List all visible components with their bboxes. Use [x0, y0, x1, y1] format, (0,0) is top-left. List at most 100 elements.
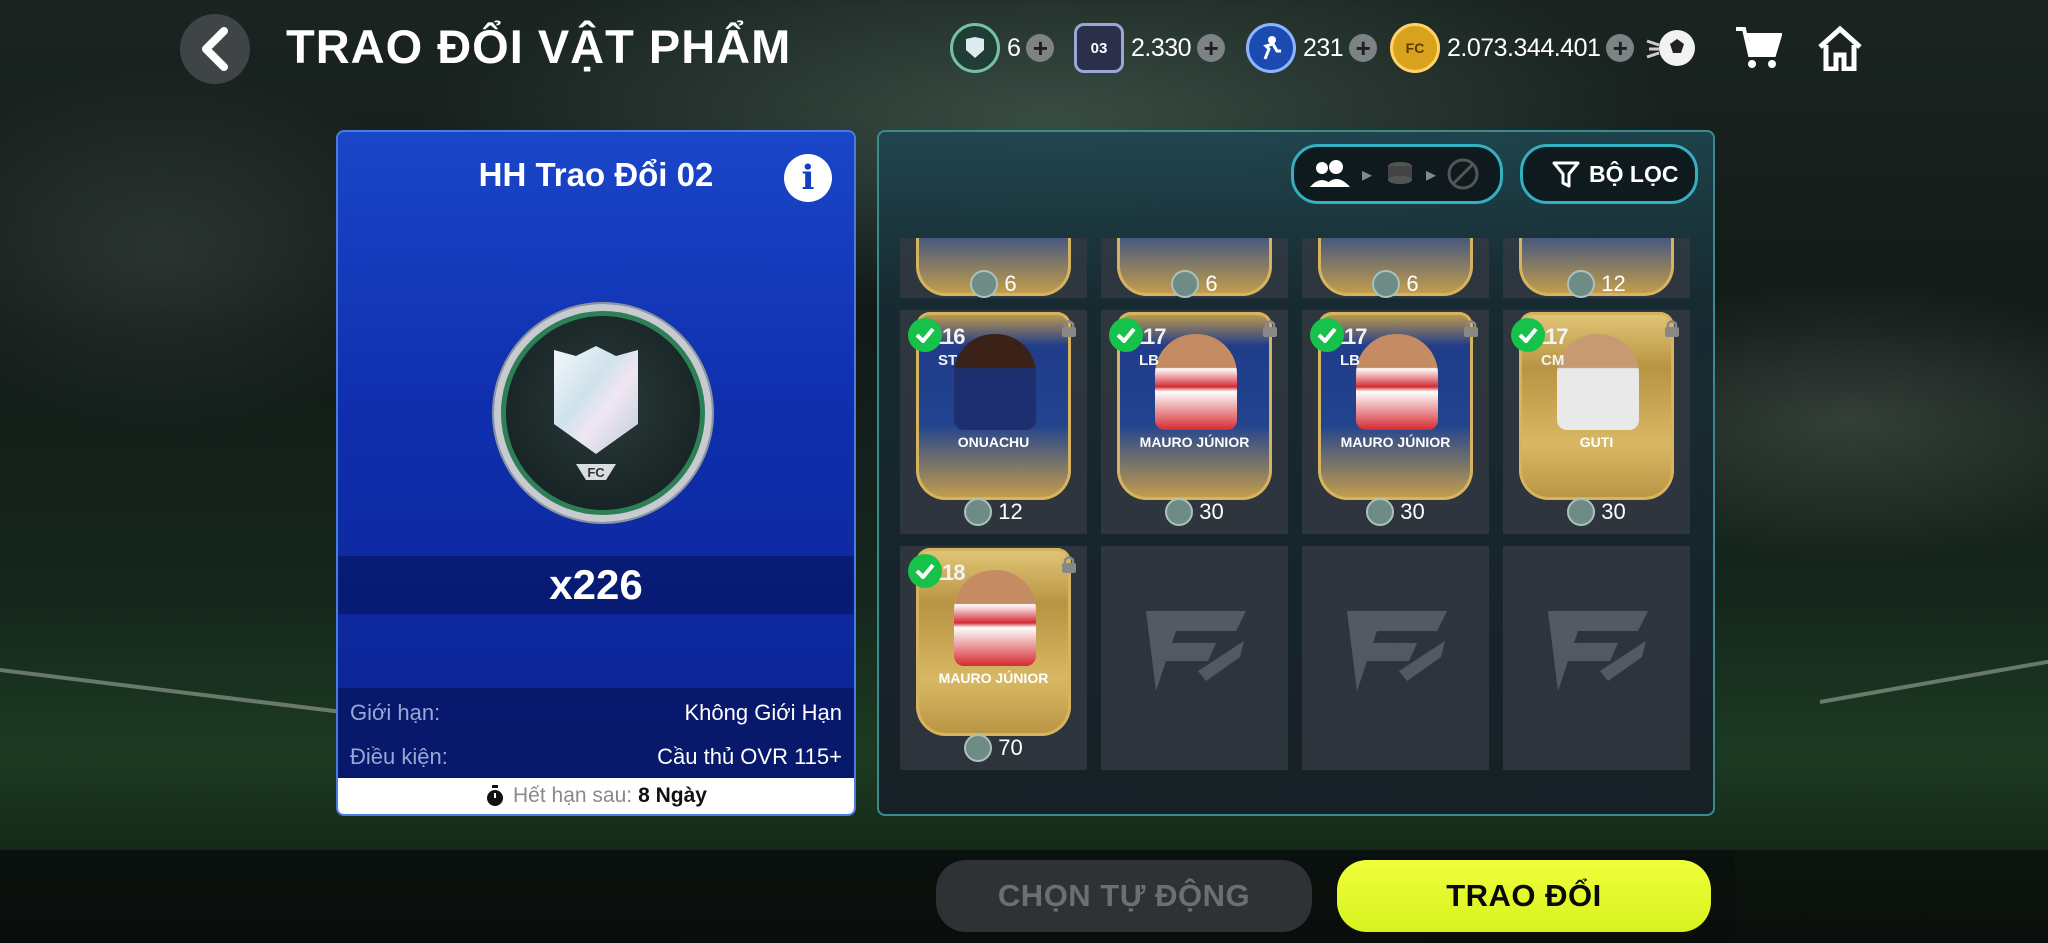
selected-check-icon: [908, 554, 942, 588]
cost-label: 30: [1101, 498, 1288, 526]
player-slot[interactable]: 12: [1503, 238, 1690, 298]
limit-label: Giới hạn:: [350, 700, 441, 725]
currency-shield-token: 6 +: [950, 22, 1055, 74]
condition-value: Cầu thủ OVR 115+: [657, 744, 842, 769]
player-portrait: [1356, 334, 1438, 430]
cost-value: 6: [1406, 271, 1419, 296]
expiry-footer: Hết hạn sau: 8 Ngày: [338, 778, 854, 814]
player-portrait: [954, 334, 1036, 430]
offer-conditions: Giới hạn: Không Giới Hạn Điều kiện: Cầu …: [338, 688, 854, 778]
player-position: CM: [1541, 352, 1565, 369]
card-03-icon: 03: [1074, 23, 1124, 73]
cost-label: 30: [1302, 498, 1489, 526]
cost-label: 6: [1302, 270, 1489, 298]
player-selection-panel: ▸ ▸ BỘ LỌC 6 6 6 12 116 ST ONUACHU 12 11…: [877, 130, 1715, 816]
shield-token-icon: [1366, 498, 1395, 526]
empty-slot: [1503, 546, 1690, 770]
cost-value: 6: [1205, 271, 1218, 296]
cost-value: 30: [1199, 499, 1224, 524]
bottom-bar-right: [1735, 850, 2048, 943]
cost-label: 12: [1503, 270, 1690, 298]
player-name: GUTI: [1579, 434, 1614, 450]
sort-toggle[interactable]: ▸ ▸: [1291, 144, 1503, 204]
condition-label: Điều kiện:: [350, 744, 448, 769]
player-slot[interactable]: 117 LB MAURO JÚNIOR 30: [1302, 310, 1489, 534]
player-name: MAURO JÚNIOR: [1139, 434, 1250, 450]
shield-token-icon: [1372, 270, 1401, 298]
offer-title: HH Trao Đổi 02: [478, 156, 714, 193]
fc-logo-icon: [1548, 611, 1648, 691]
player-portrait: [1557, 334, 1639, 430]
cost-label: 30: [1503, 498, 1690, 526]
player-slot[interactable]: 116 ST ONUACHU 12: [900, 310, 1087, 534]
currency-fc-coin: FC 2.073.344.401 +: [1390, 22, 1635, 74]
auto-select-button[interactable]: CHỌN TỰ ĐỘNG: [936, 860, 1312, 932]
expiry-label: Hết hạn sau:: [513, 784, 633, 807]
offer-quantity: x226: [549, 561, 643, 608]
player-grid: 6 6 6 12 116 ST ONUACHU 12 117 LB MAURO …: [900, 238, 1694, 800]
selected-check-icon: [1511, 318, 1545, 352]
filter-button[interactable]: BỘ LỌC: [1520, 144, 1698, 204]
lock-icon: [1464, 320, 1478, 337]
player-token-icon: [1246, 23, 1296, 73]
shield-token-icon: [1171, 270, 1200, 298]
empty-slot: [1101, 546, 1288, 770]
shield-token-icon: [970, 270, 999, 298]
currency-value: 231: [1303, 33, 1344, 62]
currency-value: 2.073.344.401: [1447, 33, 1601, 62]
filter-label: BỘ LỌC: [1589, 160, 1679, 187]
lock-icon: [1062, 320, 1076, 337]
fc-coin-icon: FC: [1390, 23, 1440, 73]
currency-value: 2.330: [1131, 33, 1192, 62]
lock-icon: [1263, 320, 1277, 337]
cost-value: 12: [1601, 271, 1626, 296]
currency-player-token: 231 +: [1246, 22, 1378, 74]
cost-value: 6: [1004, 271, 1017, 296]
add-currency-button[interactable]: +: [1197, 34, 1226, 62]
player-name: MAURO JÚNIOR: [1340, 434, 1451, 450]
filter-icon: [1552, 161, 1580, 188]
lock-icon: [1062, 556, 1076, 573]
home-icon[interactable]: [1812, 20, 1868, 76]
pitch-line: [1819, 658, 2048, 704]
player-position: ST: [938, 352, 958, 369]
player-slot[interactable]: 6: [1302, 238, 1489, 298]
lock-icon: [1665, 320, 1679, 337]
selected-check-icon: [908, 318, 942, 352]
shield-token-icon: [964, 498, 993, 526]
add-currency-button[interactable]: +: [1349, 34, 1378, 62]
cost-value: 70: [998, 735, 1023, 760]
back-button[interactable]: [180, 14, 250, 84]
empty-slot: [1302, 546, 1489, 770]
player-slot[interactable]: 6: [1101, 238, 1288, 298]
trade-button[interactable]: TRAO ĐỔI: [1337, 860, 1711, 932]
users-icon: [1310, 160, 1350, 187]
no-entry-icon: [1447, 158, 1479, 190]
add-currency-button[interactable]: +: [1606, 34, 1635, 62]
fc-logo-icon: [1347, 611, 1447, 691]
cost-label: 12: [900, 498, 1087, 526]
player-name: ONUACHU: [957, 434, 1030, 450]
info-icon[interactable]: i: [784, 154, 832, 202]
cart-icon[interactable]: [1730, 20, 1786, 76]
chevron-right-icon: ▸: [1426, 163, 1437, 186]
football-icon[interactable]: [1644, 20, 1700, 76]
shield-token-icon: [1567, 270, 1596, 298]
player-slot[interactable]: 117 LB MAURO JÚNIOR 30: [1101, 310, 1288, 534]
chevron-right-icon: ▸: [1362, 163, 1373, 186]
player-slot[interactable]: 6: [900, 238, 1087, 298]
cost-value: 30: [1601, 499, 1626, 524]
currency-value: 6: [1007, 33, 1021, 62]
add-currency-button[interactable]: +: [1026, 34, 1055, 62]
selected-check-icon: [1310, 318, 1344, 352]
shield-token-icon: [950, 23, 1000, 73]
offer-panel: HH Trao Đổi 02 i FC x226 Giới hạn: Không…: [336, 130, 856, 816]
cost-label: 6: [1101, 270, 1288, 298]
player-slot[interactable]: 117 CM GUTI 30: [1503, 310, 1690, 534]
coin-stack-icon: [1388, 162, 1413, 184]
player-slot[interactable]: 118 MAURO JÚNIOR 70: [900, 546, 1087, 770]
player-position: LB: [1340, 352, 1360, 369]
limit-row: Giới hạn: Không Giới Hạn: [350, 693, 842, 733]
player-portrait: [1155, 334, 1237, 430]
chevron-left-icon: [202, 27, 228, 71]
